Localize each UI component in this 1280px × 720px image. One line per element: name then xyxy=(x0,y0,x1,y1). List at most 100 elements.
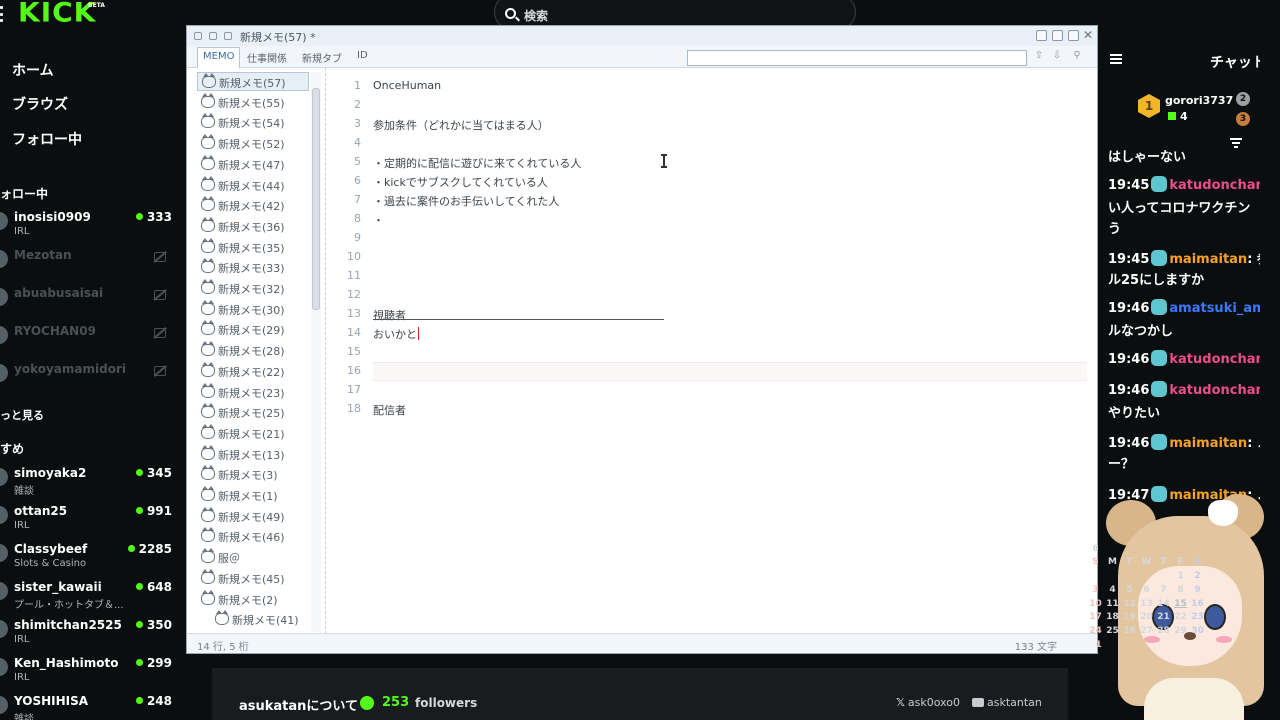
chat-username[interactable]: katudonchann xyxy=(1169,352,1260,367)
recommended-channel[interactable]: sister_kawaii プール・ホットタブ＆... 648 xyxy=(0,580,180,614)
tab-work[interactable]: 仕事関係 xyxy=(247,50,287,65)
recommended-channel[interactable]: shimitchan2525 IRL 350 xyxy=(0,618,180,652)
memo-list-item[interactable]: 服＠ xyxy=(197,548,309,567)
memo-list-item[interactable]: 新規メモ(45) xyxy=(197,568,309,588)
calendar-day[interactable]: 30 xyxy=(1189,626,1206,636)
calendar-day[interactable]: 25 xyxy=(1104,626,1121,636)
memo-list-item[interactable]: 新規メモ(54) xyxy=(197,113,309,132)
nav-following[interactable]: フォロー中 xyxy=(12,129,82,149)
calendar-day[interactable]: 5 xyxy=(1121,585,1138,595)
memo-list-item[interactable]: 新規メモ(41) xyxy=(211,610,311,629)
memo-list-item[interactable]: 新規メモ(32) xyxy=(197,279,309,298)
following-channel[interactable]: yokoyamamidori xyxy=(0,362,180,396)
calendar-day[interactable]: 19 xyxy=(1121,612,1138,622)
pin-icon[interactable] xyxy=(194,32,202,40)
memo-list-item[interactable]: 新規メモ(28) xyxy=(197,341,309,360)
x-link[interactable]: 𝕏ask0oxo0 xyxy=(896,696,960,709)
recommended-channel[interactable]: YOSHIHISA 雑談 248 xyxy=(0,694,180,720)
show-more-link[interactable]: っと見る xyxy=(0,407,44,423)
calendar-day[interactable]: 29 xyxy=(1172,626,1189,636)
calendar-day[interactable]: 13 xyxy=(1138,599,1155,609)
minimize-icon[interactable] xyxy=(224,32,232,40)
memo-list-item[interactable]: 新規メモ(36) xyxy=(197,216,309,236)
calendar-day[interactable]: 21 xyxy=(1155,612,1172,622)
memo-list-item[interactable]: 新規メモ(35) xyxy=(197,237,309,257)
calendar-day[interactable]: 3 xyxy=(1087,585,1104,595)
memo-list-item[interactable]: 新規メモ(30) xyxy=(197,299,309,319)
calendar-day[interactable]: 7 xyxy=(1155,585,1172,595)
following-channel[interactable]: inosisi0909 IRL 333 xyxy=(0,210,180,244)
memo-list-item[interactable]: 新規メモ(25) xyxy=(197,403,309,422)
chat-username[interactable]: katudonchann xyxy=(1169,383,1260,398)
calendar-day[interactable]: 28 xyxy=(1155,626,1172,636)
following-channel[interactable]: abuabusaisai xyxy=(0,286,180,320)
memo-list-item[interactable]: 新規メモ(46) xyxy=(197,527,309,546)
memo-search-input[interactable] xyxy=(687,50,1027,66)
window-restore-button[interactable] xyxy=(1036,30,1047,41)
chat-username[interactable]: maimaitan xyxy=(1169,436,1247,451)
memo-list-item[interactable]: 新規メモ(49) xyxy=(197,506,309,526)
calendar-day[interactable]: 6 xyxy=(1138,585,1155,595)
window-maximize-button[interactable] xyxy=(1068,30,1079,41)
memo-list-item[interactable]: 新規メモ(1) xyxy=(197,486,309,505)
calendar-day[interactable]: 16 xyxy=(1189,599,1206,609)
memo-list-item[interactable]: 新規メモ(29) xyxy=(197,320,309,339)
calendar-day[interactable]: 23 xyxy=(1189,612,1206,622)
memo-title-bar[interactable]: 新規メモ(57) * ✕ xyxy=(187,26,1097,46)
nav-home[interactable]: ホーム xyxy=(12,60,54,80)
chat-username[interactable]: amatsuki_ama xyxy=(1169,301,1260,316)
kick-logo[interactable]: KICK xyxy=(18,0,96,28)
calendar-day[interactable]: 8 xyxy=(1172,585,1189,595)
following-channel[interactable]: Mezotan xyxy=(0,248,180,282)
calendar-day[interactable]: 11 xyxy=(1104,599,1121,609)
calendar-day[interactable]: 15 xyxy=(1172,599,1189,609)
memo-list-item[interactable]: 新規メモ(2) xyxy=(197,589,309,609)
calendar-day[interactable]: 17 xyxy=(1087,612,1104,622)
memo-list-item[interactable]: 新規メモ(13) xyxy=(197,444,309,464)
calendar-day[interactable]: 9 xyxy=(1189,585,1206,595)
chat-filter-icon[interactable] xyxy=(1230,138,1242,148)
tab-memo[interactable]: MEMO xyxy=(197,47,241,68)
memo-list-item[interactable]: 新規メモ(23) xyxy=(197,382,309,402)
chat-username[interactable]: katudonchann xyxy=(1169,178,1260,193)
memo-list-item[interactable]: 新規メモ(33) xyxy=(197,258,309,277)
following-channel[interactable]: RYOCHAN09 xyxy=(0,324,180,358)
memo-list-item[interactable]: 新規メモ(57) xyxy=(197,72,309,91)
tab-new[interactable]: 新規タブ xyxy=(302,50,342,65)
memo-list-item[interactable]: 新規メモ(21) xyxy=(197,423,309,443)
window-minimize-button[interactable] xyxy=(1052,30,1063,41)
recommended-channel[interactable]: ottan25 IRL 991 xyxy=(0,504,180,538)
arrow-up-icon[interactable]: ⇧ xyxy=(1033,50,1045,62)
chat-username[interactable]: maimaitan xyxy=(1169,252,1247,267)
calendar-day[interactable]: 18 xyxy=(1104,612,1121,622)
scrollbar-thumb[interactable] xyxy=(312,88,320,310)
memo-editor[interactable]: 1 OnceHuman 2 3 参加条件（どれかに当てはまる人） 4 5 ・定期的に配信に遊び… xyxy=(327,68,1204,650)
calendar-day[interactable]: 22 xyxy=(1172,612,1189,622)
top-gifter-name[interactable]: gorori3737 xyxy=(1165,94,1233,107)
menu-icon[interactable] xyxy=(0,6,4,22)
youtube-link[interactable]: asktantan xyxy=(972,696,1042,709)
close-icon[interactable]: ✕ xyxy=(1083,28,1093,42)
memo-list-item[interactable]: 新規メモ(55) xyxy=(197,92,309,112)
memo-list-item[interactable]: 新規メモ(44) xyxy=(197,175,309,195)
memo-list-item[interactable]: 新規メモ(42) xyxy=(197,196,309,215)
calendar-day[interactable]: 20 xyxy=(1138,612,1155,622)
calendar-day[interactable]: 27 xyxy=(1138,626,1155,636)
memo-list-item[interactable]: 新規メモ(52) xyxy=(197,134,309,153)
calendar-day[interactable]: 2 xyxy=(1189,571,1206,581)
memo-list-item[interactable]: 新規メモ(47) xyxy=(197,154,309,174)
new-memo-icon[interactable] xyxy=(209,32,217,40)
calendar-day[interactable]: 1 xyxy=(1172,571,1189,581)
calendar-day[interactable]: 14 xyxy=(1155,599,1172,609)
calendar-day[interactable]: 4 xyxy=(1104,585,1121,595)
recommended-channel[interactable]: Classybeef Slots & Casino 2285 xyxy=(0,542,180,576)
collapse-chat-icon[interactable] xyxy=(1110,54,1122,64)
calendar-day[interactable]: 12 xyxy=(1121,599,1138,609)
arrow-down-icon[interactable]: ⇩ xyxy=(1051,50,1063,62)
calendar-day[interactable]: 10 xyxy=(1087,599,1104,609)
calendar-day[interactable]: 26 xyxy=(1121,626,1138,636)
memo-list-item[interactable]: 新規メモ(3) xyxy=(197,465,309,484)
memo-list-scrollbar[interactable] xyxy=(311,72,321,632)
pane-splitter[interactable] xyxy=(325,68,326,634)
magnifier-icon[interactable]: ⚲ xyxy=(1071,50,1083,62)
